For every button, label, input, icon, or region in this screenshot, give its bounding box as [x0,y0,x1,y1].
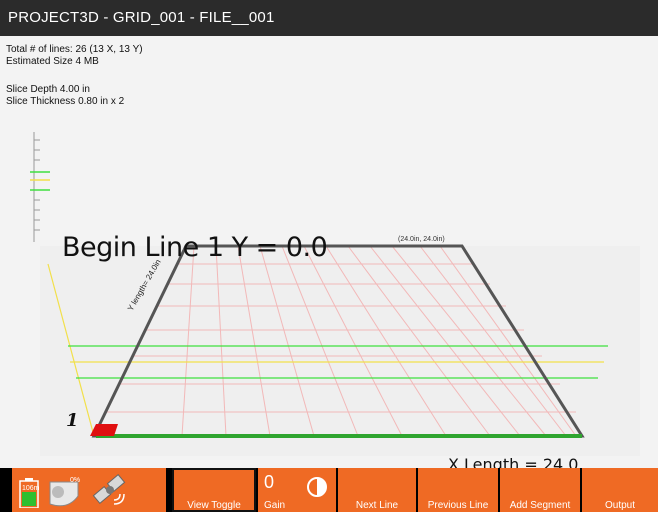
disk-percent: 0% [70,477,81,484]
add-segment-label: Add Segment [509,500,571,511]
estimated-size-text: Estimated Size 4 MB [6,56,99,67]
grid-info: Total # of lines: 26 (13 X, 13 Y) Estima… [6,44,143,68]
gain-label: Gain [264,500,286,511]
slice-thickness-text: Slice Thickness 0.80 in x 2 [6,96,125,107]
gain-value: 0 [264,472,275,492]
battery-value: 106m [22,485,40,492]
window-title: PROJECT3D - GRID_001 - FILE__001 [0,0,658,36]
view-toggle-button[interactable]: View Toggle [172,468,256,512]
output-button[interactable]: Output [582,468,658,512]
previous-line-button[interactable]: Previous Line [418,468,498,512]
next-line-button[interactable]: Next Line [338,468,416,512]
status-indicators: 106m 0% [12,468,166,512]
line-number-label: 1 [66,410,79,431]
previous-line-label: Previous Line [427,500,489,511]
x-length-label: X Length = 24.0 [448,455,579,468]
gain-control[interactable]: 0 Gain [258,468,336,512]
battery-icon [19,478,39,508]
output-label: Output [604,500,636,511]
add-segment-button[interactable]: Add Segment [500,468,580,512]
bottom-toolbar: 106m 0% View Toggle 0 Gain Next Line Pre… [0,468,658,512]
total-lines-text: Total # of lines: 26 (13 X, 13 Y) [6,44,143,55]
view-toggle-label: View Toggle [187,500,241,511]
satellite-icon [92,474,126,505]
next-line-label: Next Line [355,500,399,511]
slice-depth-text: Slice Depth 4.00 in [6,84,90,95]
3d-grid-viewport[interactable]: Total # of lines: 26 (13 X, 13 Y) Estima… [0,36,658,468]
contrast-icon[interactable] [306,476,328,498]
slice-info: Slice Depth 4.00 in Slice Thickness 0.80… [6,84,124,108]
corner-coordinate-label: (24.0in, 24.0in) [398,236,445,243]
depth-ruler [30,132,50,242]
begin-line-label: Begin Line 1 Y = 0.0 [62,232,328,263]
